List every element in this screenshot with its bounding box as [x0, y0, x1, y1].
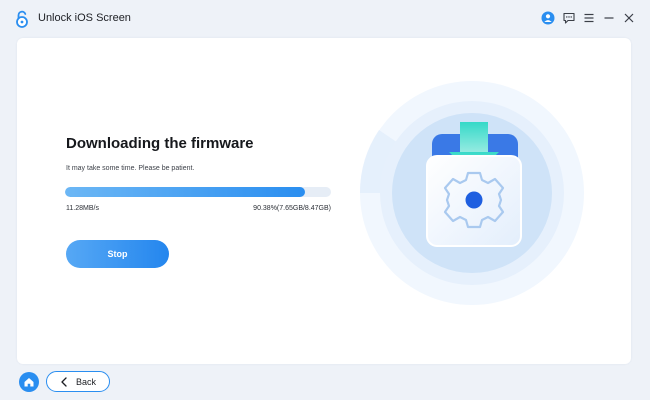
download-progress-bar	[65, 187, 331, 197]
close-icon[interactable]	[621, 10, 637, 26]
title-bar: Unlock iOS Screen	[0, 0, 650, 36]
page-subtitle: It may take some time. Please be patient…	[66, 165, 195, 172]
home-icon	[24, 378, 34, 387]
feedback-icon[interactable]	[561, 10, 577, 26]
home-button[interactable]	[19, 372, 39, 392]
user-account-icon[interactable]	[540, 10, 556, 26]
stop-button[interactable]: Stop	[66, 240, 169, 268]
main-panel: Downloading the firmware It may take som…	[17, 38, 631, 364]
download-percent: 90.38%(7.65GB/8.47GB)	[253, 205, 331, 212]
chevron-left-icon	[61, 376, 67, 387]
download-speed: 11.28MB/s	[66, 205, 99, 212]
open-padlock-icon	[16, 10, 28, 28]
page-title: Downloading the firmware	[66, 135, 254, 152]
menu-icon[interactable]	[581, 10, 597, 26]
back-label: Back	[75, 376, 96, 387]
minimize-icon[interactable]	[601, 10, 617, 26]
back-button[interactable]: Back	[46, 371, 110, 392]
download-progress-fill	[65, 187, 306, 197]
app-title: Unlock iOS Screen	[38, 12, 131, 24]
firmware-download-gear-icon	[359, 81, 584, 305]
